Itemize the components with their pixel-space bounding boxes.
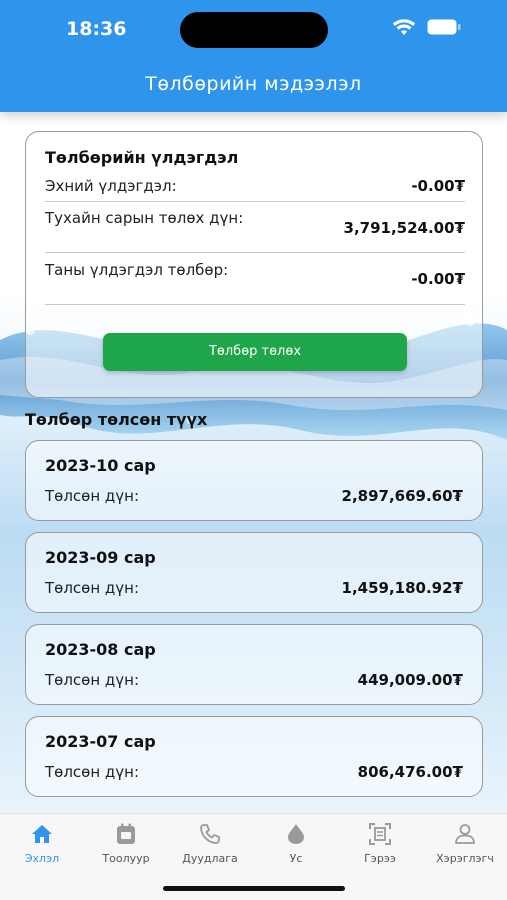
tab-home[interactable]: Эхлэл	[0, 822, 84, 865]
tab-label: Тоолуур	[102, 852, 150, 865]
history-month: 2023-09 сар	[45, 548, 156, 567]
history-paid-label: Төлсөн дүн:	[45, 487, 140, 505]
meter-icon	[117, 823, 135, 844]
tab-label: Дуудлага	[182, 852, 238, 865]
balance-row-value: 3,791,524.00₮	[343, 219, 465, 237]
history-paid-label: Төлсөн дүн:	[45, 671, 140, 689]
balance-row-label: Таны үлдэгдэл төлбөр:	[45, 261, 229, 279]
tab-water[interactable]: Ус	[254, 822, 338, 865]
status-time: 18:36	[66, 18, 127, 40]
history-paid-amount: 806,476.00₮	[357, 763, 463, 781]
tab-label: Эхлэл	[24, 852, 60, 865]
water-drop-icon	[288, 824, 304, 844]
phone-icon	[200, 824, 220, 844]
dynamic-island	[180, 12, 328, 48]
pay-button[interactable]: Төлбөр төлөх	[103, 333, 407, 371]
balance-row-value: -0.00₮	[411, 270, 465, 288]
balance-row-opening: Эхний үлдэгдэл: -0.00₮	[45, 172, 465, 202]
tab-label: Хэрэглэгч	[436, 852, 494, 865]
balance-card: Төлбөрийн үлдэгдэл Эхний үлдэгдэл: -0.00…	[25, 131, 483, 398]
history-paid-label: Төлсөн дүн:	[45, 763, 140, 781]
history-paid-amount: 1,459,180.92₮	[341, 579, 463, 597]
home-icon	[32, 825, 52, 843]
history-title: Төлбөр төлсөн түүх	[25, 410, 208, 429]
history-month: 2023-07 сар	[45, 732, 156, 751]
balance-title: Төлбөрийн үлдэгдэл	[45, 148, 239, 167]
history-item[interactable]: 2023-08 сар Төлсөн дүн: 449,009.00₮	[25, 624, 483, 705]
history-paid-label: Төлсөн дүн:	[45, 579, 140, 597]
history-item[interactable]: 2023-09 сар Төлсөн дүн: 1,459,180.92₮	[25, 532, 483, 613]
wifi-icon	[392, 19, 416, 35]
tab-calls[interactable]: Дуудлага	[168, 822, 252, 865]
contract-scan-icon	[369, 823, 391, 845]
history-month: 2023-08 сар	[45, 640, 156, 659]
battery-icon	[427, 19, 461, 35]
tab-label: Гэрээ	[364, 852, 396, 865]
balance-row-label: Эхний үлдэгдэл:	[45, 177, 177, 195]
home-indicator	[163, 886, 345, 891]
balance-row-value: -0.00₮	[411, 177, 465, 195]
history-paid-amount: 449,009.00₮	[357, 671, 463, 689]
history-month: 2023-10 сар	[45, 456, 156, 475]
page-title: Төлбөрийн мэдээлэл	[145, 73, 362, 95]
history-paid-amount: 2,897,669.60₮	[341, 487, 463, 505]
history-item[interactable]: 2023-07 сар Төлсөн дүн: 806,476.00₮	[25, 716, 483, 797]
app-header: 18:36 Төлбөрийн мэдээлэл	[0, 0, 507, 112]
tab-user[interactable]: Хэрэглэгч	[423, 822, 507, 865]
tab-meter[interactable]: Тоолуур	[84, 822, 168, 865]
tab-label: Ус	[289, 852, 303, 865]
balance-row-remaining: Таны үлдэгдэл төлбөр: -0.00₮	[45, 253, 465, 305]
balance-row-label: Тухайн сарын төлөх дүн:	[45, 209, 244, 227]
history-item[interactable]: 2023-10 сар Төлсөн дүн: 2,897,669.60₮	[25, 440, 483, 521]
user-icon	[455, 824, 475, 844]
tab-contract[interactable]: Гэрээ	[338, 822, 422, 865]
balance-row-monthly: Тухайн сарын төлөх дүн: 3,791,524.00₮	[45, 202, 465, 253]
